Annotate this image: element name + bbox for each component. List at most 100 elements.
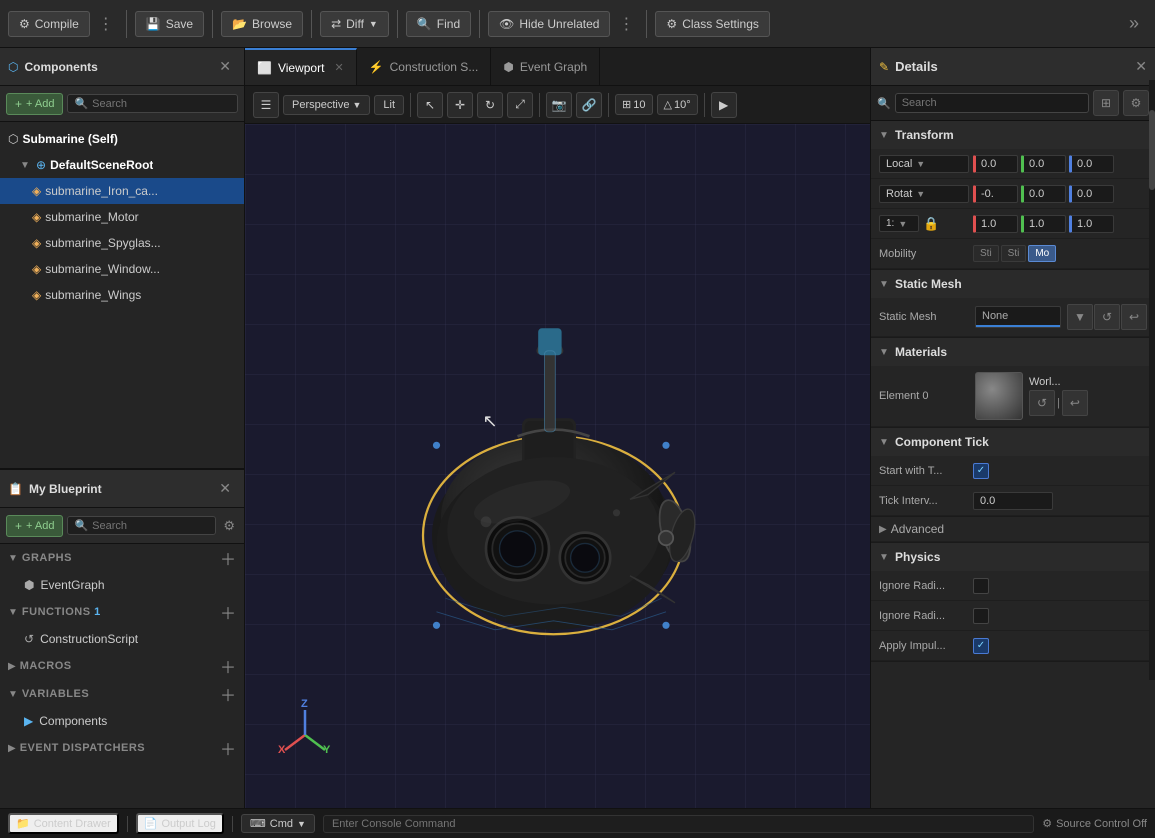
materials-section-header[interactable]: ▼ Materials bbox=[871, 338, 1155, 366]
blueprint-gear-button[interactable]: ⚙ bbox=[220, 518, 238, 534]
tree-item-spyglass[interactable]: ◈ submarine_Spyglas... bbox=[0, 230, 244, 256]
location-x-input[interactable] bbox=[973, 155, 1018, 173]
variables-add-button[interactable]: ＋ bbox=[220, 682, 236, 706]
more-vp-button[interactable]: ▶ bbox=[711, 92, 737, 118]
apply-impulse-checkbox[interactable]: ✓ bbox=[973, 638, 989, 654]
details-search-input[interactable] bbox=[895, 93, 1089, 113]
translate-button[interactable]: ✛ bbox=[447, 92, 473, 118]
blueprint-search-input[interactable] bbox=[92, 520, 209, 532]
camera-button[interactable]: 📷 bbox=[546, 92, 572, 118]
rotation-z-input[interactable] bbox=[1069, 185, 1114, 203]
material-reset-button[interactable]: ↩ bbox=[1062, 390, 1088, 416]
macros-add-button[interactable]: ＋ bbox=[220, 654, 236, 678]
mobility-stationary-button[interactable]: Sti bbox=[1001, 245, 1027, 262]
mobility-static-button[interactable]: Sti bbox=[973, 245, 999, 262]
material-browse-button[interactable]: ↺ bbox=[1029, 390, 1055, 416]
output-log-button[interactable]: 📄 Output Log bbox=[136, 813, 224, 834]
event-dispatchers-add-button[interactable]: ＋ bbox=[220, 736, 236, 760]
tree-item-motor[interactable]: ◈ submarine_Motor bbox=[0, 204, 244, 230]
component-tick-section-header[interactable]: ▼ Component Tick bbox=[871, 428, 1155, 456]
functions-add-button[interactable]: ＋ bbox=[220, 600, 236, 624]
event-dispatchers-section-header[interactable]: ▶ EVENT DISPATCHERS ＋ bbox=[0, 734, 244, 762]
rotation-y-input[interactable] bbox=[1021, 185, 1066, 203]
class-settings-button[interactable]: ⚙ Class Settings bbox=[655, 11, 769, 37]
perspective-button[interactable]: Perspective ▼ bbox=[283, 95, 370, 115]
cmd-button[interactable]: ⌨ Cmd ▼ bbox=[241, 814, 315, 833]
content-drawer-button[interactable]: 📁 Content Drawer bbox=[8, 813, 119, 834]
tab-viewport[interactable]: ⬜ Viewport ✕ bbox=[245, 48, 357, 85]
snap-button[interactable]: 🔗 bbox=[576, 92, 602, 118]
transform-section-header[interactable]: ▼ Transform bbox=[871, 121, 1155, 149]
ignore-radial-2-checkbox[interactable] bbox=[973, 608, 989, 624]
tree-item-window[interactable]: ◈ submarine_Window... bbox=[0, 256, 244, 282]
location-dropdown[interactable]: Local ▼ bbox=[879, 155, 969, 173]
start-with-tick-checkbox[interactable]: ✓ bbox=[973, 463, 989, 479]
advanced-row[interactable]: ▶ Advanced bbox=[871, 517, 1155, 542]
event-graph-item[interactable]: ⬢ EventGraph bbox=[0, 572, 244, 598]
tick-interval-input[interactable] bbox=[973, 492, 1053, 510]
viewport-tab-close[interactable]: ✕ bbox=[334, 61, 343, 74]
expand-toolbar-button[interactable]: » bbox=[1121, 9, 1147, 38]
tab-event-graph[interactable]: ⬢ Event Graph bbox=[491, 48, 600, 85]
variables-section-header[interactable]: ▼ VARIABLES ＋ bbox=[0, 680, 244, 708]
tree-item-iron-case[interactable]: ◈ submarine_Iron_ca... bbox=[0, 178, 244, 204]
details-table-view-button[interactable]: ⊞ bbox=[1093, 90, 1119, 116]
find-label: Find bbox=[437, 17, 460, 31]
transform-title: Transform bbox=[895, 128, 954, 142]
blueprint-close-button[interactable]: ✕ bbox=[214, 478, 236, 499]
rotation-x-input[interactable] bbox=[973, 185, 1018, 203]
mesh-reset-button[interactable]: ↩ bbox=[1121, 304, 1147, 330]
grid-button[interactable]: ⊞ 10 bbox=[615, 94, 652, 115]
mesh-dropdown-button[interactable]: ▼ bbox=[1067, 304, 1093, 330]
rotate-button[interactable]: ↻ bbox=[477, 92, 503, 118]
tree-item-default-scene-root[interactable]: ▼ ⊕ DefaultSceneRoot bbox=[0, 152, 244, 178]
rotation-row: Rotat ▼ bbox=[871, 179, 1155, 209]
save-button[interactable]: 💾 Save bbox=[135, 11, 204, 37]
find-button[interactable]: 🔍 Find bbox=[406, 11, 471, 37]
graphs-section-header[interactable]: ▼ GRAPHS ＋ bbox=[0, 544, 244, 572]
more-options-icon[interactable]: ⋮ bbox=[614, 14, 638, 34]
scale-x-input[interactable] bbox=[973, 215, 1018, 233]
viewport-canvas[interactable]: ↖ X Y Z bbox=[245, 124, 870, 808]
diff-button[interactable]: ⇄ Diff ▼ bbox=[320, 11, 389, 37]
scale-lock-icon[interactable]: 🔒 bbox=[923, 216, 939, 232]
browse-button[interactable]: 📂 Browse bbox=[221, 11, 303, 37]
tree-item-submarine-self[interactable]: ⬡ Submarine (Self) bbox=[0, 126, 244, 152]
hide-unrelated-button[interactable]: 👁 Hide Unrelated bbox=[488, 11, 610, 37]
details-close-button[interactable]: ✕ bbox=[1135, 58, 1147, 75]
rotation-dropdown[interactable]: Rotat ▼ bbox=[879, 185, 969, 203]
scale-dropdown[interactable]: 1: ▼ bbox=[879, 215, 919, 232]
scroll-thumb[interactable] bbox=[1149, 110, 1155, 190]
ignore-radial-1-checkbox[interactable] bbox=[973, 578, 989, 594]
console-input[interactable] bbox=[323, 815, 1034, 833]
blueprint-add-button[interactable]: + + Add bbox=[6, 515, 63, 537]
functions-section-header[interactable]: ▼ FUNCTIONS 1 ＋ bbox=[0, 598, 244, 626]
scale-button[interactable]: ⤢ bbox=[507, 92, 533, 118]
scale-y-input[interactable] bbox=[1021, 215, 1066, 233]
compile-button[interactable]: ⚙ Compile bbox=[8, 11, 90, 37]
mobility-movable-button[interactable]: Mo bbox=[1028, 245, 1056, 262]
location-y-input[interactable] bbox=[1021, 155, 1066, 173]
mesh-browse-button[interactable]: ↺ bbox=[1094, 304, 1120, 330]
expand-scene-root-icon[interactable]: ▼ bbox=[20, 160, 32, 171]
scale-z-input[interactable] bbox=[1069, 215, 1114, 233]
lit-button[interactable]: Lit bbox=[374, 95, 404, 115]
components-add-button[interactable]: + + Add bbox=[6, 93, 63, 115]
location-z-input[interactable] bbox=[1069, 155, 1114, 173]
static-mesh-section-header[interactable]: ▼ Static Mesh bbox=[871, 270, 1155, 298]
compile-menu-icon[interactable]: ⋮ bbox=[94, 14, 118, 34]
details-settings-button[interactable]: ⚙ bbox=[1123, 90, 1149, 116]
graphs-add-button[interactable]: ＋ bbox=[220, 546, 236, 570]
components-search-input[interactable] bbox=[92, 98, 231, 110]
viewport-menu-button[interactable]: ☰ bbox=[253, 92, 279, 118]
select-mode-button[interactable]: ↖ bbox=[417, 92, 443, 118]
construction-script-item[interactable]: ↺ ConstructionScript bbox=[0, 626, 244, 652]
mesh-selector: None bbox=[975, 306, 1061, 328]
physics-section-header[interactable]: ▼ Physics bbox=[871, 543, 1155, 571]
tab-construction[interactable]: ⚡ Construction S... bbox=[357, 48, 492, 85]
macros-section-header[interactable]: ▶ MACROS ＋ bbox=[0, 652, 244, 680]
angle-button[interactable]: △ 10° bbox=[657, 94, 698, 115]
components-close-button[interactable]: ✕ bbox=[214, 56, 236, 77]
components-variable-item[interactable]: ▶ Components bbox=[0, 708, 244, 734]
tree-item-wings[interactable]: ◈ submarine_Wings bbox=[0, 282, 244, 308]
